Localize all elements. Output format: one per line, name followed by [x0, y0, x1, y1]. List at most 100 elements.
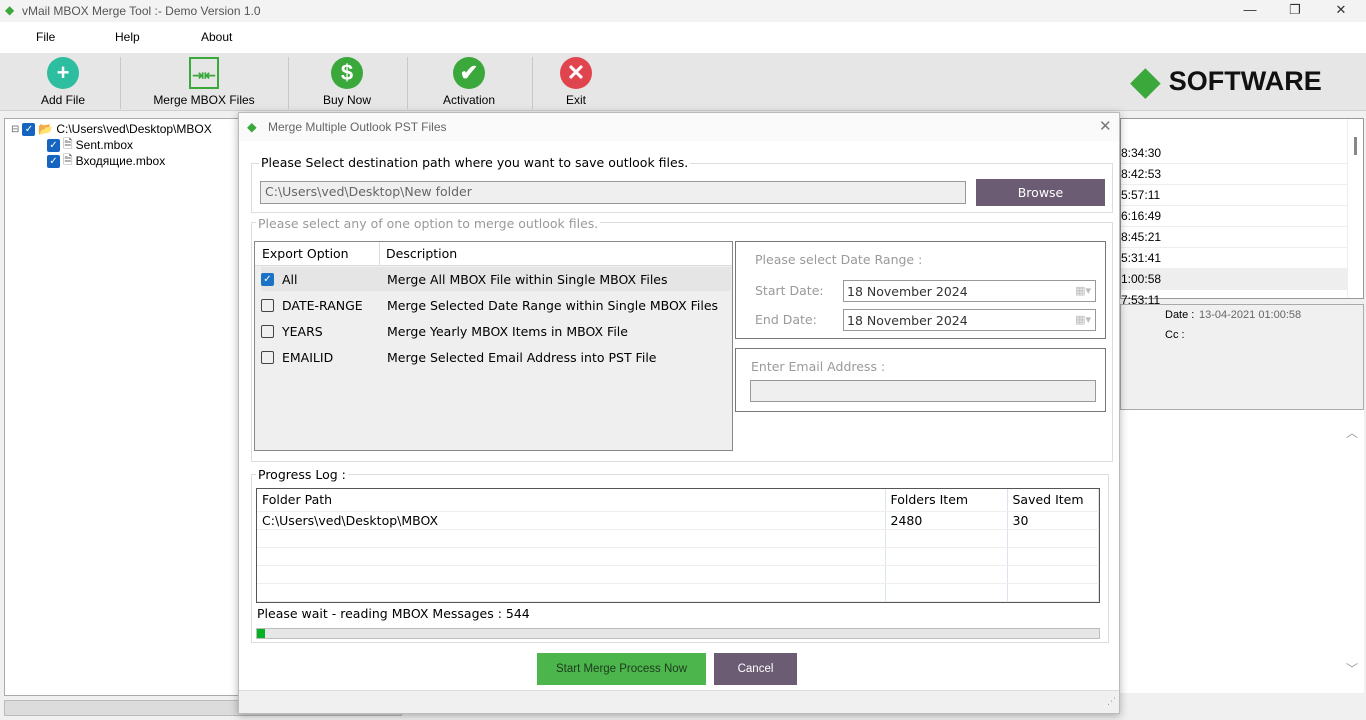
scroll-down-icon[interactable]: ﹀: [1346, 660, 1358, 677]
title-bar: ◆ vMail MBOX Merge Tool :- Demo Version …: [0, 0, 1366, 22]
list-item[interactable]: 5:31:41: [1121, 248, 1347, 269]
progress-fill: [257, 629, 266, 638]
checkbox-unchecked[interactable]: [261, 350, 274, 364]
scroll-up-icon[interactable]: ︿: [1346, 424, 1358, 441]
calendar-dropdown-icon[interactable]: ▦▾: [1075, 313, 1091, 326]
cc-label: Cc :: [1165, 329, 1185, 341]
option-row-all[interactable]: ✓ All Merge All MBOX File within Single MB…: [261, 267, 731, 291]
tree-item[interactable]: ✓ 🗎 Входящие.mbox: [47, 153, 165, 169]
header-export-option: Export Option: [262, 246, 349, 261]
menu-file[interactable]: File: [36, 30, 55, 44]
close-button[interactable]: ✕: [1326, 2, 1356, 18]
menu-help[interactable]: Help: [115, 30, 140, 44]
option-name: All: [282, 271, 298, 287]
time-text: 8:34:30: [1121, 146, 1162, 160]
destination-path-input[interactable]: C:\Users\ved\Desktop\New folder: [260, 181, 966, 204]
option-row-emailid[interactable]: EMAILID Merge Selected Email Address into…: [261, 345, 731, 369]
window-title: vMail MBOX Merge Tool :- Demo Version 1.…: [22, 4, 261, 18]
start-date-picker[interactable]: 18 November 2024 ▦▾: [843, 280, 1096, 302]
time-text: 5:57:11: [1121, 188, 1161, 202]
time-text: 8:45:21: [1121, 230, 1162, 244]
folder-tree: ⊟ ✓ 📂 C:\Users\ved\Desktop\MBOX ✓ 🗎 Sent…: [4, 118, 240, 696]
restore-button[interactable]: ❐: [1280, 2, 1310, 18]
header-description: Description: [386, 246, 458, 261]
list-item[interactable]: 8:34:30: [1121, 143, 1347, 164]
list-item[interactable]: 6:16:49: [1121, 206, 1347, 227]
menu-about[interactable]: About: [201, 30, 232, 44]
tree-item[interactable]: ✓ 🗎 Sent.mbox: [47, 137, 133, 153]
email-box: Enter Email Address :: [735, 348, 1106, 412]
option-row-date-range[interactable]: DATE-RANGE Merge Selected Date Range with…: [261, 293, 731, 317]
activation-button[interactable]: ✔ Activation: [436, 57, 502, 107]
date-range-label: Please select Date Range :: [755, 252, 923, 267]
table-row[interactable]: C:\Users\ved\Desktop\MBOX 2480 30: [257, 511, 1099, 530]
buy-now-button[interactable]: $ Buy Now: [315, 57, 379, 107]
checkbox-checked[interactable]: ✓: [47, 154, 60, 168]
date-range-box: Please select Date Range : Start Date: 1…: [735, 241, 1106, 339]
progress-log-table: Folder Path Folders Item Saved Item C:\U…: [256, 488, 1100, 603]
toolbar-separator: [407, 57, 408, 109]
add-file-button[interactable]: + Add File: [30, 57, 96, 107]
table-header: Export Option Description: [255, 242, 732, 266]
toolbar-separator: [120, 57, 121, 109]
start-merge-button[interactable]: Start Merge Process Now: [537, 653, 706, 685]
collapse-icon[interactable]: ⊟: [11, 124, 19, 135]
browse-button[interactable]: Browse: [976, 179, 1105, 206]
merge-mbox-button[interactable]: ⇥⇤ Merge MBOX Files: [148, 57, 260, 107]
add-file-label: Add File: [40, 93, 86, 107]
tree-root[interactable]: ⊟ ✓ 📂 C:\Users\ved\Desktop\MBOX: [11, 121, 212, 137]
option-description: Merge Yearly MBOX Items in MBOX File: [387, 323, 628, 339]
option-row-years[interactable]: YEARS Merge Yearly MBOX Items in MBOX Fil…: [261, 319, 731, 343]
email-input[interactable]: [750, 380, 1096, 402]
start-date-label: Start Date:: [755, 283, 824, 298]
option-name: EMAILID: [282, 349, 334, 365]
toolbar-separator: [532, 57, 533, 109]
folder-icon: 📂: [38, 122, 54, 136]
close-circle-icon: ✕: [560, 57, 592, 89]
resize-grip-icon[interactable]: ⋰: [1107, 697, 1116, 707]
exit-button[interactable]: ✕ Exit: [556, 57, 596, 107]
calendar-dropdown-icon[interactable]: ▦▾: [1075, 284, 1091, 297]
end-date-picker[interactable]: 18 November 2024 ▦▾: [843, 309, 1096, 331]
time-text: 1:00:58: [1121, 272, 1162, 286]
folder-path-cell: C:\Users\ved\Desktop\MBOX: [257, 511, 886, 530]
option-name: DATE-RANGE: [282, 297, 363, 313]
list-item[interactable]: 8:45:21: [1121, 227, 1347, 248]
activation-label: Activation: [442, 93, 496, 107]
cancel-button[interactable]: Cancel: [714, 653, 797, 685]
header-saved-item: Saved Item: [1007, 489, 1099, 512]
checkbox-unchecked[interactable]: [261, 324, 274, 338]
merge-mbox-label: Merge MBOX Files: [153, 93, 255, 107]
progress-log-label: Progress Log :: [256, 467, 348, 482]
list-item[interactable]: 5:57:11: [1121, 185, 1347, 206]
list-item[interactable]: 8:42:53: [1121, 164, 1347, 185]
email-label: Enter Email Address :: [751, 359, 886, 374]
dialog-title-bar: ◆ Merge Multiple Outlook PST Files ✕: [239, 113, 1119, 141]
toolbar-separator: [288, 57, 289, 109]
list-item[interactable]: 1:00:58: [1121, 269, 1347, 290]
dialog-status-strip: ⋰: [239, 690, 1119, 713]
time-text: 5:31:41: [1121, 251, 1162, 265]
checkbox-unchecked[interactable]: [261, 298, 274, 312]
dialog-logo-icon: ◆: [247, 119, 257, 134]
message-list: 8:34:30 8:42:53 5:57:11 6:16:49 8:45:21 5:31:…: [1120, 118, 1364, 311]
checkbox-checked[interactable]: ✓: [47, 138, 60, 152]
minimize-button[interactable]: —: [1235, 2, 1265, 17]
date-value: 13-04-2021 01:00:58: [1199, 309, 1302, 321]
logo-diamond-icon: ◆: [1130, 59, 1161, 103]
message-preview: ︿ ﹀: [1120, 410, 1364, 693]
vertical-scrollbar[interactable]: [1347, 119, 1363, 298]
toolbar: + Add File ⇥⇤ Merge MBOX Files $ Buy Now…: [0, 53, 1366, 111]
folders-item-cell: 2480: [885, 511, 1008, 530]
plus-circle-icon: +: [47, 57, 79, 89]
option-label: Please select any of one option to merge…: [256, 216, 601, 231]
merge-icon: ⇥⇤: [189, 57, 219, 89]
dialog-close-button[interactable]: ✕: [1099, 117, 1112, 135]
checkbox-checked[interactable]: ✓: [22, 122, 36, 136]
checkbox-checked[interactable]: ✓: [261, 272, 274, 286]
end-date-label: End Date:: [755, 312, 817, 327]
option-name: YEARS: [282, 323, 323, 339]
check-circle-icon: ✔: [453, 57, 485, 89]
destination-label: Please Select destination path where you…: [259, 155, 691, 170]
option-description: Merge Selected Date Range within Single …: [387, 297, 719, 313]
